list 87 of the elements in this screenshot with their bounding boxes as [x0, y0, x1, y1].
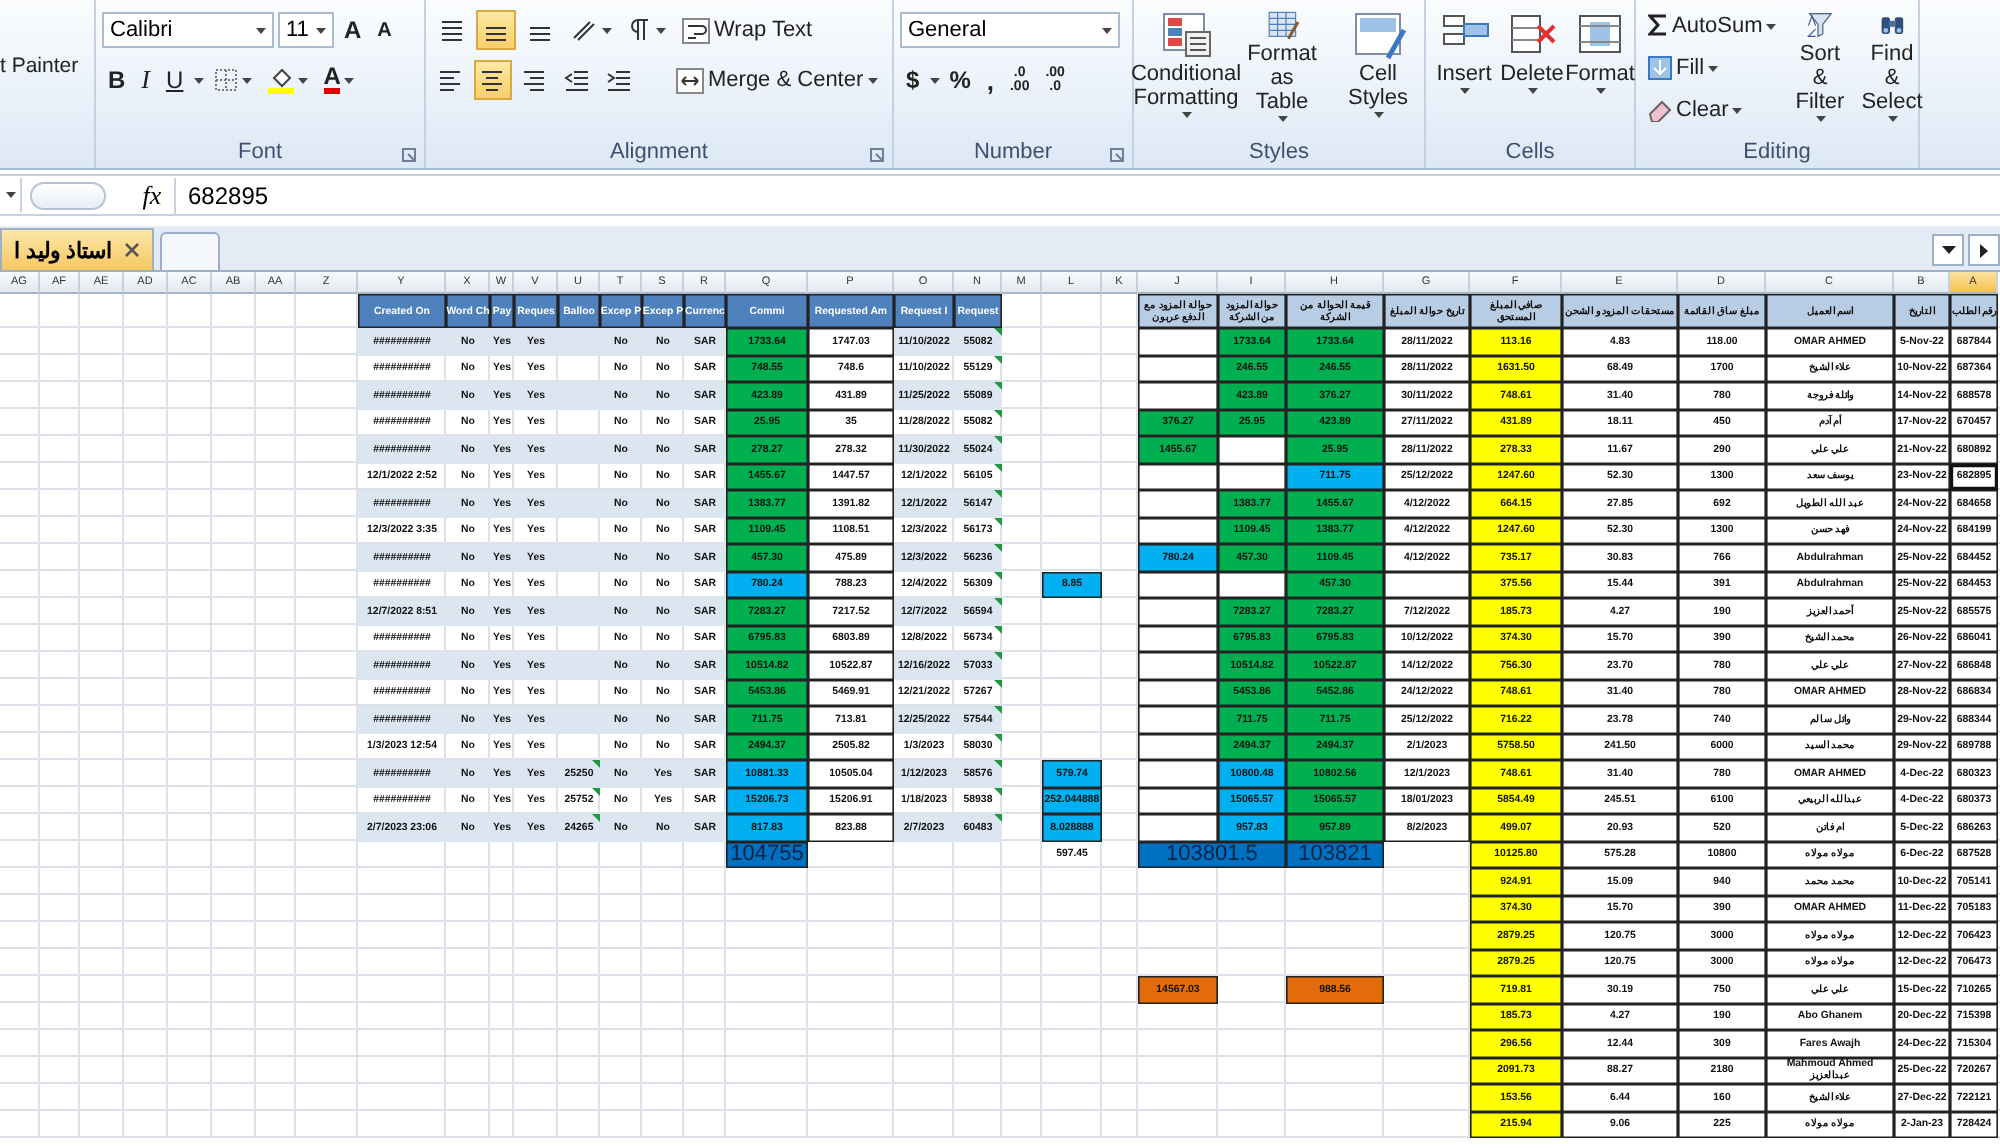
cellstyles-button[interactable]: Cell Styles: [1332, 6, 1424, 126]
angled-text-icon: [570, 18, 598, 42]
total-cell: 103821: [1286, 841, 1384, 868]
group-label: Editing: [1743, 140, 1811, 164]
insert-button[interactable]: Insert: [1432, 6, 1496, 126]
total-cell: 103801.5: [1138, 841, 1286, 868]
fill-button[interactable]: Fill: [1642, 48, 1782, 88]
dialog-launcher-icon[interactable]: [1110, 148, 1124, 162]
caret-icon: [1373, 112, 1383, 118]
font-size-field[interactable]: 11: [278, 12, 334, 48]
caret-icon: [193, 77, 204, 83]
insert-function-button[interactable]: fx: [130, 179, 174, 211]
comma-button[interactable]: ,: [980, 60, 1000, 100]
caret-icon: [1102, 27, 1112, 33]
caret-icon: [1815, 116, 1825, 122]
caret-icon: [1887, 116, 1897, 122]
grow-font-button[interactable]: A: [338, 10, 368, 50]
paint-bucket-icon: [267, 67, 294, 93]
caret-icon: [867, 77, 878, 83]
caret-icon: [602, 27, 612, 33]
indent-icon: [564, 68, 590, 92]
sigma-icon: [1648, 11, 1668, 41]
caret-icon: [1459, 88, 1469, 94]
borders-icon: [213, 68, 238, 92]
caret-icon: [1181, 112, 1191, 118]
caret-icon: [241, 77, 252, 83]
font-color-button[interactable]: A: [317, 60, 361, 100]
top-align-icon: [438, 17, 466, 43]
group-label: Alignment: [610, 140, 708, 164]
font-name-field[interactable]: Calibri: [102, 12, 274, 48]
caret-icon: [5, 192, 15, 198]
sheet-tab[interactable]: استاذ وليد ا: [0, 228, 155, 270]
merge-center-button[interactable]: Merge & Center: [670, 60, 884, 100]
caret-icon: [1708, 65, 1719, 71]
italic-button[interactable]: I: [135, 60, 157, 100]
eraser-icon: [1648, 98, 1672, 122]
caret-icon: [1941, 246, 1955, 254]
caret-icon: [1527, 88, 1537, 94]
wrap-text-button[interactable]: Wrap Text: [676, 10, 819, 50]
dialog-launcher-icon[interactable]: [402, 148, 416, 162]
fill-down-icon: [1648, 56, 1672, 80]
underline-button[interactable]: U: [160, 60, 190, 100]
caret-icon: [1732, 107, 1743, 113]
group-label: Number: [973, 140, 1053, 164]
total-cell: 104755: [726, 841, 808, 868]
vertical-align-button[interactable]: [476, 10, 516, 50]
group-label: Styles: [1249, 140, 1309, 164]
wrap-text-icon: [682, 17, 710, 43]
caret-icon: [1595, 88, 1605, 94]
cell-styles-icon: [1351, 10, 1405, 60]
caret-icon: [656, 27, 666, 33]
caret-icon: [1766, 23, 1777, 29]
formula-field[interactable]: 682895: [174, 177, 2000, 213]
indent-icon: [606, 68, 632, 92]
dialog-launcher-icon[interactable]: [870, 148, 884, 162]
currency-button[interactable]: $: [900, 60, 926, 100]
delete-button[interactable]: Delete: [1500, 6, 1564, 126]
clear-button[interactable]: Clear: [1642, 90, 1782, 130]
paragraph-icon: [628, 18, 652, 42]
align-left-icon: [438, 67, 464, 93]
name-box-dropdown[interactable]: [0, 178, 22, 212]
caret-icon: [316, 27, 326, 33]
format-button[interactable]: Format: [1568, 6, 1632, 126]
group-label: Cells: [1505, 140, 1555, 164]
caret-icon: [256, 27, 266, 33]
shrink-font-button[interactable]: A: [371, 10, 398, 50]
close-icon[interactable]: [124, 242, 141, 258]
percent-button[interactable]: %: [943, 60, 977, 100]
sort-button[interactable]: Sort & Filter: [1786, 6, 1854, 126]
caret-icon: [929, 77, 940, 83]
conditional-formatting-icon: [1159, 10, 1213, 60]
bold-button[interactable]: B: [102, 60, 132, 100]
find-button[interactable]: Find & Select: [1858, 6, 1926, 126]
align-center-icon: [480, 67, 506, 93]
caret-icon: [297, 77, 308, 83]
group-label: Font: [237, 140, 282, 164]
caret-icon: [344, 77, 355, 83]
format-painter-button[interactable]: t Painter: [0, 54, 79, 80]
align-right-icon: [522, 67, 548, 93]
merge-cells-icon: [676, 67, 704, 93]
horizontal-align-button[interactable]: [474, 60, 512, 100]
autosum-button[interactable]: AutoSum: [1642, 6, 1782, 46]
caret-icon: [1277, 116, 1287, 122]
caret-icon: [1980, 243, 1988, 257]
number-format-field[interactable]: General: [900, 12, 1120, 48]
scroll-tabs-button[interactable]: [1968, 234, 2000, 266]
tab-list-button[interactable]: [1932, 234, 1964, 266]
